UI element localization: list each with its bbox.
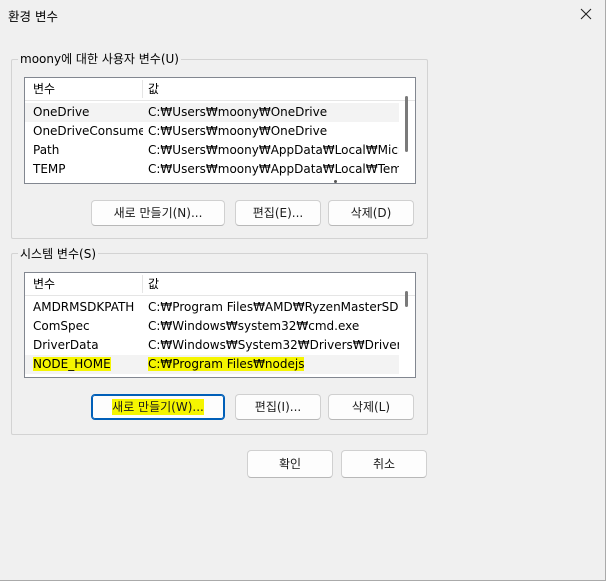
ok-button[interactable]: 확인 xyxy=(247,450,333,478)
list-item[interactable]: OneDrive C:₩Users₩moony₩OneDrive xyxy=(25,103,399,122)
scroll-indicator xyxy=(334,180,337,183)
user-list-scrollbar[interactable] xyxy=(400,78,414,183)
title-bar: 환경 변수 xyxy=(0,0,605,30)
system-variables-label: 시스템 변수(S) xyxy=(18,247,98,261)
column-header-value[interactable]: 값 xyxy=(142,78,402,100)
variable-name: Path xyxy=(33,143,60,157)
system-list-scrollbar[interactable] xyxy=(400,273,414,377)
highlight: C:₩Program Files₩nodejs xyxy=(148,357,305,371)
variable-name: NODE_HOME xyxy=(27,355,143,374)
user-edit-button[interactable]: 편집(E)... xyxy=(235,200,321,226)
variable-value: C:₩Users₩moony₩AppData₩Local₩Temp xyxy=(148,162,399,176)
variable-name: DriverData xyxy=(33,338,99,352)
user-new-button[interactable]: 새로 만들기(N)... xyxy=(91,200,225,226)
system-list-header: 변수 값 xyxy=(25,273,415,296)
column-header-value[interactable]: 값 xyxy=(142,273,402,295)
scrollbar-thumb[interactable] xyxy=(405,291,408,307)
cancel-button[interactable]: 취소 xyxy=(341,450,427,478)
variable-value: C:₩Program Files₩AMD₩RyzenMasterSDK₩ xyxy=(148,300,399,314)
variable-value: C:₩Users₩moony₩AppData₩Local₩Micros... xyxy=(148,143,399,157)
list-item[interactable]: AMDRMSDKPATH C:₩Program Files₩AMD₩RyzenM… xyxy=(25,298,399,317)
user-variables-label: moony에 대한 사용자 변수(U) xyxy=(18,52,181,66)
variable-value: C:₩Windows₩System32₩Drivers₩DriverData xyxy=(148,338,399,352)
user-list-header: 변수 값 xyxy=(25,78,415,101)
highlight: 새로 만들기(W)... xyxy=(112,399,204,415)
list-item[interactable]: TEMP C:₩Users₩moony₩AppData₩Local₩Temp xyxy=(25,160,399,179)
highlight: NODE_HOME xyxy=(33,357,111,371)
user-variables-list[interactable]: 변수 값 OneDrive C:₩Users₩moony₩OneDrive On… xyxy=(24,77,416,184)
close-icon xyxy=(580,8,592,20)
scrollbar-thumb[interactable] xyxy=(405,96,408,152)
list-item[interactable]: OneDriveConsumer C:₩Users₩moony₩OneDrive xyxy=(25,122,399,141)
column-header-variable[interactable]: 변수 xyxy=(27,78,143,100)
system-variables-list[interactable]: 변수 값 AMDRMSDKPATH C:₩Program Files₩AMD₩R… xyxy=(24,272,416,378)
variable-name: TEMP xyxy=(33,162,66,176)
list-item[interactable]: Path C:₩Users₩moony₩AppData₩Local₩Micros… xyxy=(25,141,399,160)
close-button[interactable] xyxy=(573,2,599,26)
system-delete-button[interactable]: 삭제(L) xyxy=(328,394,414,420)
list-item[interactable]: DriverData C:₩Windows₩System32₩Drivers₩D… xyxy=(25,336,399,355)
variable-value: C:₩Program Files₩nodejs xyxy=(142,355,399,374)
user-delete-button[interactable]: 삭제(D) xyxy=(328,200,414,226)
system-new-button[interactable]: 새로 만들기(W)... xyxy=(91,394,225,420)
variable-name: OneDriveConsumer xyxy=(33,124,143,138)
window-title: 환경 변수 xyxy=(8,9,58,24)
column-header-variable[interactable]: 변수 xyxy=(27,273,143,295)
system-edit-button[interactable]: 편집(I)... xyxy=(235,394,321,420)
list-item-selected[interactable]: NODE_HOME C:₩Program Files₩nodejs xyxy=(25,355,399,374)
variable-value: C:₩Users₩moony₩OneDrive xyxy=(148,124,328,138)
variable-name: OneDrive xyxy=(33,105,90,119)
variable-value: C:₩Users₩moony₩OneDrive xyxy=(148,105,328,119)
variable-value: C:₩Windows₩system32₩cmd.exe xyxy=(148,319,360,333)
variable-name: AMDRMSDKPATH xyxy=(33,300,135,314)
variable-name: ComSpec xyxy=(33,319,90,333)
list-item[interactable]: ComSpec C:₩Windows₩system32₩cmd.exe xyxy=(25,317,399,336)
environment-variables-dialog: 환경 변수 moony에 대한 사용자 변수(U) 변수 값 OneDrive … xyxy=(0,0,606,581)
